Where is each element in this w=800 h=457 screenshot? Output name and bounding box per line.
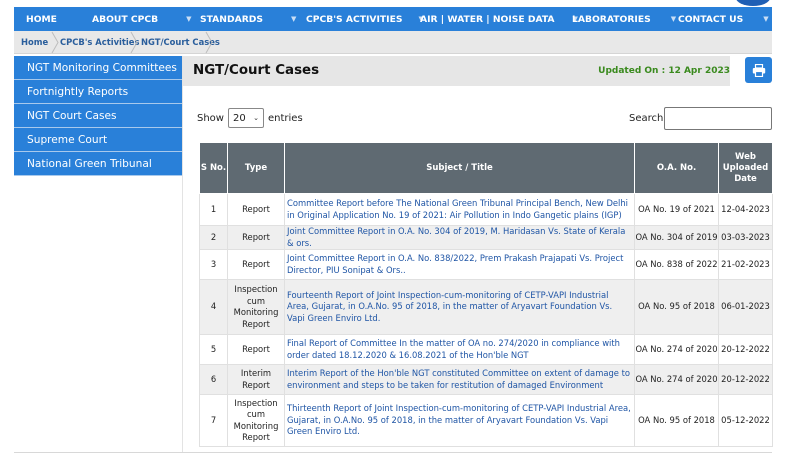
breadcrumb-separator-icon bbox=[205, 31, 213, 54]
entries-control: Show 20 ⌄ entries bbox=[197, 108, 303, 128]
table-row: 4 Inspection cum Monitoring Report Fourt… bbox=[199, 279, 773, 335]
cell-subject-link[interactable]: Interim Report of the Hon'ble NGT consti… bbox=[284, 364, 635, 395]
table-row: 6 Interim Report Interim Report of the H… bbox=[199, 364, 773, 395]
entries-select[interactable]: 20 ⌄ bbox=[227, 108, 264, 128]
cell-subject-link[interactable]: Committee Report before The National Gre… bbox=[284, 193, 635, 226]
cell-subject-link[interactable]: Fourteenth Report of Joint Inspection-cu… bbox=[284, 279, 635, 335]
sidebar-item-ngt-court-cases[interactable]: NGT Court Cases bbox=[14, 104, 182, 128]
cell-oa-no: OA No. 95 of 2018 bbox=[634, 394, 719, 447]
table-row: 3 Report Joint Committee Report in O.A. … bbox=[199, 249, 773, 280]
chevron-down-icon: ▼ bbox=[186, 15, 192, 23]
cell-oa-no: OA No. 95 of 2018 bbox=[634, 279, 719, 335]
column-header-oa-no[interactable]: O.A. No. bbox=[634, 142, 719, 194]
chevron-down-icon: ▼ bbox=[763, 15, 769, 23]
nav-home[interactable]: HOME bbox=[26, 7, 92, 31]
sidebar-item-national-green-tribunal[interactable]: National Green Tribunal bbox=[14, 152, 182, 176]
cell-oa-no: OA No. 19 of 2021 bbox=[634, 193, 719, 226]
footer-divider bbox=[14, 452, 772, 453]
table-row: 7 Inspection cum Monitoring Report Thirt… bbox=[199, 394, 773, 447]
cell-type: Report bbox=[227, 334, 285, 365]
cell-sno: 2 bbox=[199, 225, 228, 250]
content-divider bbox=[182, 56, 183, 452]
cell-sno: 1 bbox=[199, 193, 228, 226]
table-header-row: S No. Type Subject / Title O.A. No. Web … bbox=[199, 142, 773, 194]
cell-date: 21-02-2023 bbox=[718, 249, 773, 280]
column-header-sno[interactable]: S No. bbox=[199, 142, 228, 194]
cell-type: Inspection cum Monitoring Report bbox=[227, 394, 285, 447]
show-label: Show bbox=[197, 112, 224, 124]
breadcrumb-cpcb-activities[interactable]: CPCB's Activities bbox=[60, 31, 139, 54]
entries-value: 20 bbox=[232, 112, 246, 124]
column-header-uploaded-date[interactable]: Web Uploaded Date bbox=[718, 142, 773, 194]
main-navbar: HOME ABOUT CPCB ▼ STANDARDS ▼ CPCB'S ACTIV… bbox=[14, 7, 772, 31]
nav-contact-us[interactable]: CONTACT US ▼ bbox=[678, 7, 769, 31]
nav-cpcb-activities[interactable]: CPCB'S ACTIVITIES ▼ bbox=[306, 7, 424, 31]
breadcrumb-separator-icon bbox=[130, 31, 138, 54]
cell-oa-no: OA No. 838 of 2022 bbox=[634, 249, 719, 280]
breadcrumb-separator-icon bbox=[51, 31, 59, 54]
cell-type: Inspection cum Monitoring Report bbox=[227, 279, 285, 335]
cell-sno: 4 bbox=[199, 279, 228, 335]
updated-on-label: Updated On : 12 Apr 2023 bbox=[598, 66, 730, 76]
cell-date: 06-01-2023 bbox=[718, 279, 773, 335]
cell-sno: 5 bbox=[199, 334, 228, 365]
column-header-subject[interactable]: Subject / Title bbox=[284, 142, 635, 194]
cell-type: Report bbox=[227, 225, 285, 250]
cell-sno: 6 bbox=[199, 364, 228, 395]
sidebar-item-fortnightly-reports[interactable]: Fortnightly Reports bbox=[14, 80, 182, 104]
cell-date: 03-03-2023 bbox=[718, 225, 773, 250]
chevron-down-icon: ▼ bbox=[291, 15, 297, 23]
cell-sno: 7 bbox=[199, 394, 228, 447]
cell-type: Report bbox=[227, 193, 285, 226]
table-row: 1 Report Committee Report before The Nat… bbox=[199, 193, 773, 226]
page-title: NGT/Court Cases bbox=[193, 63, 320, 78]
cell-type: Interim Report bbox=[227, 364, 285, 395]
cell-date: 20-12-2022 bbox=[718, 364, 773, 395]
chevron-down-icon: ⌄ bbox=[253, 114, 259, 122]
search-input[interactable] bbox=[664, 107, 772, 130]
cell-subject-link[interactable]: Joint Committee Report in O.A. No. 838/2… bbox=[284, 249, 635, 280]
cell-date: 20-12-2022 bbox=[718, 334, 773, 365]
cell-oa-no: OA No. 274 of 2020 bbox=[634, 334, 719, 365]
cell-oa-no: OA No. 274 of 2020 bbox=[634, 364, 719, 395]
nav-air-water-noise-data[interactable]: AIR | WATER | NOISE DATA ▼ bbox=[420, 7, 578, 31]
printer-icon bbox=[752, 63, 765, 77]
nav-standards[interactable]: STANDARDS ▼ bbox=[200, 7, 306, 31]
cell-subject-link[interactable]: Joint Committee Report in O.A. No. 304 o… bbox=[284, 225, 635, 250]
top-strip bbox=[0, 0, 800, 7]
table-row: 5 Report Final Report of Committee In th… bbox=[199, 334, 773, 365]
sidebar-item-ngt-monitoring-committees[interactable]: NGT Monitoring Committees bbox=[14, 56, 182, 80]
cases-table: S No. Type Subject / Title O.A. No. Web … bbox=[199, 142, 773, 447]
search-label: Search: bbox=[629, 113, 667, 124]
column-header-type[interactable]: Type bbox=[227, 142, 285, 194]
entries-label: entries bbox=[267, 112, 303, 124]
nav-laboratories[interactable]: LABORATORIES ▼ bbox=[572, 7, 678, 31]
table-row: 2 Report Joint Committee Report in O.A. … bbox=[199, 225, 773, 250]
page-header: NGT/Court Cases Updated On : 12 Apr 2023 bbox=[183, 56, 730, 86]
chevron-down-icon: ▼ bbox=[670, 15, 677, 23]
breadcrumb-home[interactable]: Home bbox=[21, 31, 48, 54]
cell-type: Report bbox=[227, 249, 285, 280]
sidebar: NGT Monitoring Committees Fortnightly Re… bbox=[14, 56, 182, 176]
cell-date: 12-04-2023 bbox=[718, 193, 773, 226]
nav-about-cpcb[interactable]: ABOUT CPCB ▼ bbox=[92, 7, 200, 31]
cell-subject-link[interactable]: Final Report of Committee In the matter … bbox=[284, 334, 635, 365]
cell-oa-no: OA No. 304 of 2019 bbox=[634, 225, 719, 250]
sidebar-item-supreme-court[interactable]: Supreme Court bbox=[14, 128, 182, 152]
cell-subject-link[interactable]: Thirteenth Report of Joint Inspection-cu… bbox=[284, 394, 635, 447]
print-button[interactable] bbox=[745, 57, 772, 83]
cell-date: 05-12-2022 bbox=[718, 394, 773, 447]
breadcrumb: Home CPCB's Activities NGT/Court Cases bbox=[14, 31, 772, 54]
cell-sno: 3 bbox=[199, 249, 228, 280]
